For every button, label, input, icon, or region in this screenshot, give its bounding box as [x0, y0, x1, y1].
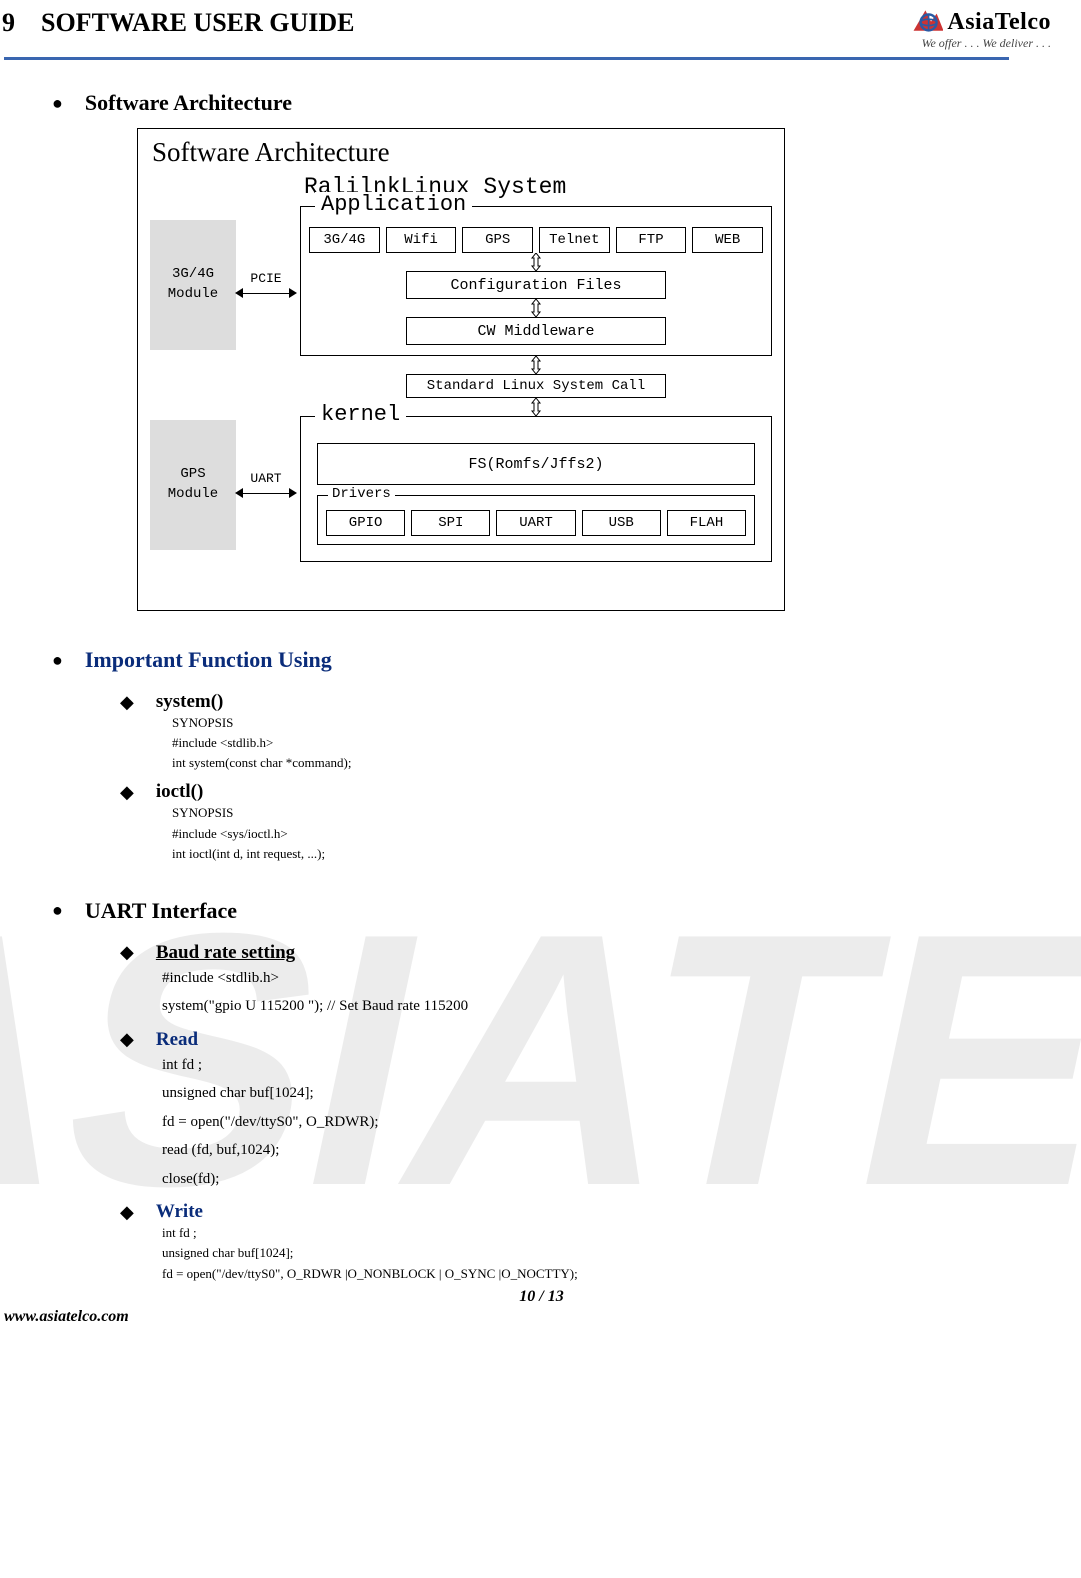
- drivers-label: Drivers: [328, 486, 395, 502]
- middleware: CW Middleware: [406, 317, 666, 345]
- code-line: #include <sys/ioctl.h>: [172, 824, 1081, 844]
- architecture-diagram: Software Architecture 3G/4G Module PCIE: [137, 128, 785, 611]
- section-uart-interface: UART Interface: [85, 898, 237, 924]
- subsection-baud: Baud rate setting: [156, 942, 295, 964]
- header-rule: [4, 57, 1009, 60]
- subsection-ioctl: ioctl(): [156, 781, 203, 803]
- code-line: int fd ;: [162, 1051, 1081, 1080]
- code-line: int fd ;: [162, 1223, 1081, 1243]
- chapter-number: 9: [2, 8, 15, 38]
- chapter-title: SOFTWARE USER GUIDE: [41, 8, 355, 38]
- section-important-function: Important Function Using: [85, 647, 332, 673]
- footer-url: www.asiatelco.com: [4, 1308, 1081, 1326]
- code-line: #include <stdlib.h>: [172, 733, 1081, 753]
- bullet-diamond-icon: ◆: [120, 942, 134, 963]
- bullet-disc-icon: ●: [52, 900, 63, 921]
- app-cell: 3G/4G: [309, 227, 380, 253]
- kernel-group: kernel FS(Romfs/Jffs2) Drivers GPIO SPI …: [300, 416, 772, 562]
- code-line: system("gpio U 115200 "); // Set Baud ra…: [162, 992, 1081, 1021]
- application-label: Application: [315, 192, 472, 217]
- section-software-architecture: Software Architecture: [85, 90, 292, 116]
- double-arrow-icon: [309, 299, 763, 317]
- app-cell: FTP: [616, 227, 687, 253]
- module-gps: GPS Module: [150, 420, 236, 550]
- logo-name: AsiaTelco: [947, 9, 1051, 36]
- app-cell: GPS: [462, 227, 533, 253]
- driver-cell: USB: [582, 510, 661, 536]
- code-line: fd = open("/dev/ttyS0", O_RDWR);: [162, 1108, 1081, 1137]
- driver-cell: GPIO: [326, 510, 405, 536]
- connector-line-icon: [237, 486, 295, 500]
- subsection-write: Write: [156, 1201, 203, 1223]
- code-line: int ioctl(int d, int request, ...);: [172, 844, 1081, 864]
- code-line: int system(const char *command);: [172, 753, 1081, 773]
- code-line: read (fd, buf,1024);: [162, 1136, 1081, 1165]
- module-label: 3G/4G: [172, 265, 214, 285]
- config-files: Configuration Files: [406, 271, 666, 299]
- kernel-label: kernel: [315, 402, 406, 427]
- double-arrow-icon: [300, 356, 772, 374]
- logo: AsiaTelco We offer . . . We deliver . . …: [911, 8, 1051, 51]
- page-number: 10 / 13: [2, 1288, 1081, 1306]
- code-line: #include <stdlib.h>: [162, 964, 1081, 993]
- module-label: Module: [168, 285, 218, 305]
- logo-tagline: We offer . . . We deliver . . .: [911, 36, 1051, 51]
- code-line: close(fd);: [162, 1165, 1081, 1194]
- bullet-diamond-icon: ◆: [120, 782, 134, 803]
- bullet-disc-icon: ●: [52, 93, 63, 114]
- drivers-group: Drivers GPIO SPI UART USB FLAH: [317, 495, 755, 545]
- module-3g4g: 3G/4G Module: [150, 220, 236, 350]
- module-label: GPS: [180, 465, 205, 485]
- bullet-diamond-icon: ◆: [120, 1029, 134, 1050]
- filesystem: FS(Romfs/Jffs2): [317, 443, 755, 485]
- connector-line-icon: [237, 286, 295, 300]
- subsection-system: system(): [156, 691, 224, 713]
- globe-icon: [911, 8, 943, 36]
- app-cell: WEB: [692, 227, 763, 253]
- bullet-diamond-icon: ◆: [120, 1202, 134, 1223]
- code-line: unsigned char buf[1024];: [162, 1079, 1081, 1108]
- module-label: Module: [168, 485, 218, 505]
- app-cell: Wifi: [386, 227, 457, 253]
- code-line: SYNOPSIS: [172, 803, 1081, 823]
- driver-cell: UART: [496, 510, 575, 536]
- application-group: Application 3G/4G Wifi GPS Telnet FTP WE…: [300, 206, 772, 356]
- driver-cell: FLAH: [667, 510, 746, 536]
- bullet-disc-icon: ●: [52, 650, 63, 671]
- standard-call: Standard Linux System Call: [406, 374, 666, 398]
- bullet-diamond-icon: ◆: [120, 692, 134, 713]
- code-line: fd = open("/dev/ttyS0", O_RDWR |O_NONBLO…: [162, 1264, 1081, 1284]
- connector-uart: UART: [250, 471, 281, 486]
- connector-pcie: PCIE: [250, 271, 281, 286]
- subsection-read: Read: [156, 1029, 198, 1051]
- app-cell: Telnet: [539, 227, 610, 253]
- code-line: unsigned char buf[1024];: [162, 1243, 1081, 1263]
- diagram-title: Software Architecture: [152, 137, 772, 168]
- driver-cell: SPI: [411, 510, 490, 536]
- double-arrow-icon: [309, 253, 763, 271]
- code-line: SYNOPSIS: [172, 713, 1081, 733]
